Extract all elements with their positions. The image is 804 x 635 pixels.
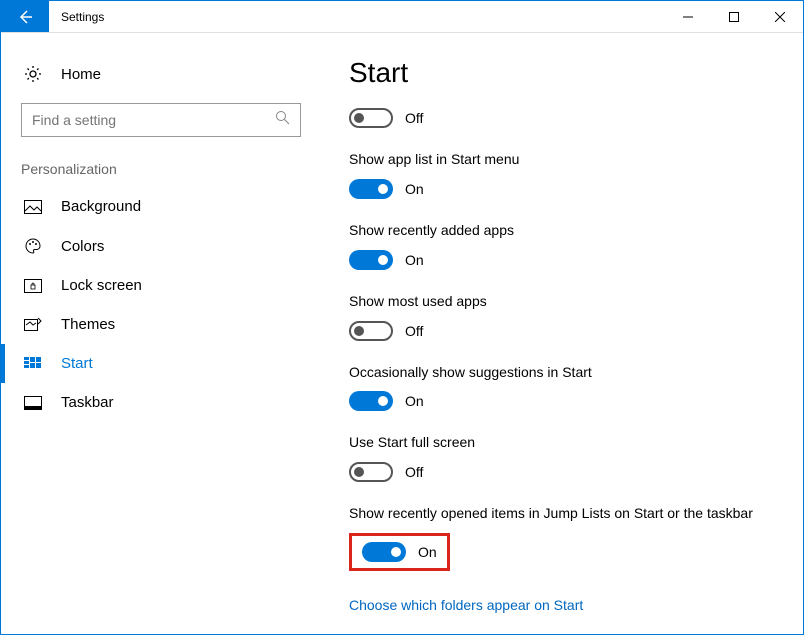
toggle-state: Off [405,323,423,339]
titlebar: Settings [1,1,803,33]
sidebar-item-label: Colors [61,238,104,255]
toggle-state: On [418,544,437,560]
main-panel: Start Show more tiles on Start Off Show … [321,33,803,634]
minimize-icon [683,12,693,22]
setting-label: Show more tiles on Start [349,97,773,98]
page-title: Start [349,57,773,89]
setting-label: Show app list in Start menu [349,150,773,169]
toggle-state: Off [405,110,423,126]
toggle-state: On [405,181,424,197]
sidebar-item-colors[interactable]: Colors [1,226,321,266]
gear-icon [21,65,45,83]
setting-label: Show recently opened items in Jump Lists… [349,504,773,523]
close-icon [775,12,785,22]
setting-suggestions: Occasionally show suggestions in Start O… [349,363,773,412]
sidebar-item-label: Themes [61,316,115,333]
minimize-button[interactable] [665,1,711,32]
search-input[interactable] [32,112,275,128]
sidebar-item-label: Start [61,355,93,372]
picture-icon [21,200,45,214]
window-title: Settings [49,1,665,32]
setting-label: Show most used apps [349,292,773,311]
back-button[interactable] [1,1,49,32]
window-controls [665,1,803,32]
toggle-state: Off [405,464,423,480]
category-label: Personalization [1,161,321,187]
toggle-state: On [405,252,424,268]
themes-icon [21,317,45,333]
setting-jump-lists: Show recently opened items in Jump Lists… [349,504,773,571]
search-box[interactable] [21,103,301,137]
toggle-state: On [405,393,424,409]
toggle-suggestions[interactable] [349,391,393,411]
setting-recently-added: Show recently added apps On [349,221,773,270]
setting-label: Occasionally show suggestions in Start [349,363,773,382]
toggle-jump-lists[interactable] [362,542,406,562]
start-icon [21,357,45,371]
taskbar-icon [21,396,45,410]
maximize-icon [729,12,739,22]
arrow-left-icon [16,8,34,26]
toggle-recently-added[interactable] [349,250,393,270]
setting-label: Show recently added apps [349,221,773,240]
close-button[interactable] [757,1,803,32]
toggle-full-screen[interactable] [349,462,393,482]
toggle-most-used[interactable] [349,321,393,341]
sidebar-item-label: Background [61,198,141,215]
lock-screen-icon [21,279,45,293]
highlight-box: On [349,533,450,571]
sidebar-item-themes[interactable]: Themes [1,305,321,344]
sidebar-item-taskbar[interactable]: Taskbar [1,383,321,422]
choose-folders-link[interactable]: Choose which folders appear on Start [349,597,583,613]
sidebar-item-label: Lock screen [61,277,142,294]
setting-label: Use Start full screen [349,433,773,452]
home-button[interactable]: Home [1,57,321,91]
maximize-button[interactable] [711,1,757,32]
toggle-show-more-tiles[interactable] [349,108,393,128]
search-icon [275,110,290,130]
settings-scroll-area[interactable]: Show more tiles on Start Off Show app li… [349,97,773,619]
sidebar-item-lock-screen[interactable]: Lock screen [1,266,321,305]
sidebar-item-label: Taskbar [61,394,114,411]
sidebar-item-start[interactable]: Start [1,344,321,383]
setting-full-screen: Use Start full screen Off [349,433,773,482]
sidebar: Home Personalization Background Colors [1,33,321,634]
content-area: Home Personalization Background Colors [1,33,803,634]
home-label: Home [61,66,101,83]
toggle-show-app-list[interactable] [349,179,393,199]
setting-show-app-list: Show app list in Start menu On [349,150,773,199]
setting-most-used: Show most used apps Off [349,292,773,341]
palette-icon [21,237,45,255]
sidebar-item-background[interactable]: Background [1,187,321,226]
setting-show-more-tiles: Show more tiles on Start Off [349,97,773,128]
